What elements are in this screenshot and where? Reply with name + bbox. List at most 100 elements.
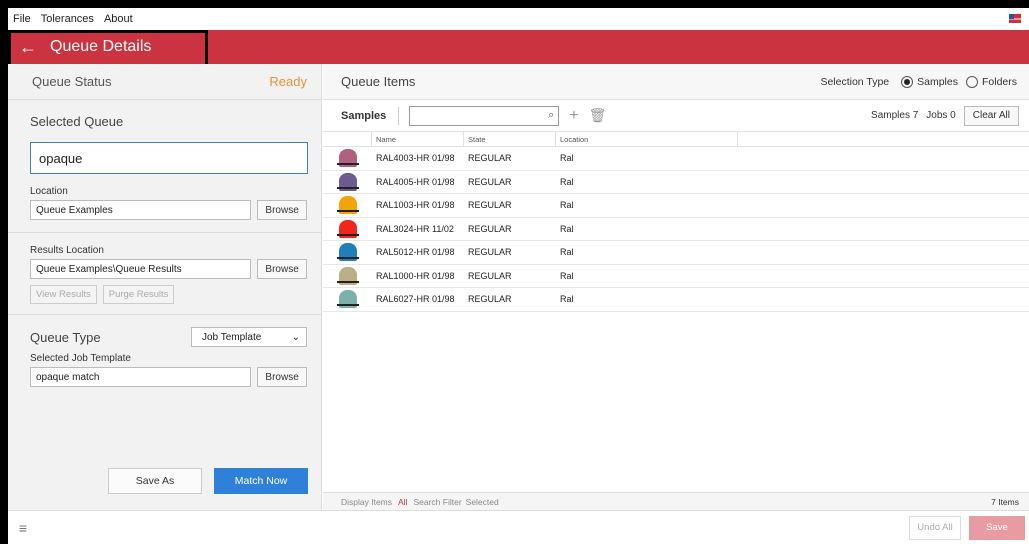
color-swatch-icon bbox=[336, 149, 359, 168]
table-row[interactable]: RAL6027-HR 01/98 REGULAR Ral bbox=[323, 288, 1029, 312]
sample-name: RAL1003-HR 01/98 bbox=[376, 200, 455, 211]
sample-swatch-cell bbox=[323, 219, 372, 238]
color-swatch-icon bbox=[336, 266, 359, 285]
app-bar: ≡ Undo All Save bbox=[8, 510, 1029, 544]
table-row[interactable]: RAL4005-HR 01/98 REGULAR Ral bbox=[323, 171, 1029, 194]
table-row[interactable]: RAL4003-HR 01/98 REGULAR Ral bbox=[323, 147, 1029, 171]
sample-state: REGULAR bbox=[468, 153, 512, 164]
sample-state: REGULAR bbox=[468, 270, 512, 281]
page-title: Queue Details bbox=[50, 38, 152, 55]
location-browse-button[interactable]: Browse bbox=[257, 200, 307, 220]
header-bar: ← Queue Details bbox=[8, 30, 1029, 64]
queue-settings-panel: Queue Status Ready Selected Queue opaque… bbox=[8, 64, 322, 510]
display-items-label: Display Items bbox=[341, 496, 393, 507]
sample-swatch-cell bbox=[323, 172, 372, 191]
sample-state: REGULAR bbox=[468, 294, 512, 305]
menu-file[interactable]: File bbox=[8, 13, 36, 25]
location-label: Location bbox=[30, 186, 68, 197]
sample-name: RAL4005-HR 01/98 bbox=[376, 176, 455, 187]
color-swatch-icon bbox=[336, 243, 359, 262]
queue-type-section: Queue Type Job Template ⌄ Selected Job T… bbox=[8, 315, 321, 387]
col-state[interactable]: State bbox=[464, 131, 556, 147]
selected-queue-section: Selected Queue opaque Location Queue Exa… bbox=[8, 100, 321, 233]
table-row[interactable]: RAL1003-HR 01/98 REGULAR Ral bbox=[323, 194, 1029, 218]
samples-toolbar: Samples ⌕ + 🗑 Samples 7 Jobs 0 Clear All bbox=[323, 100, 1029, 132]
filter-all[interactable]: All bbox=[398, 497, 407, 507]
sample-swatch-cell bbox=[323, 243, 372, 262]
menu-icon[interactable]: ≡ bbox=[8, 520, 38, 536]
menu-bar: File Tolerances About bbox=[8, 8, 1029, 30]
sample-name: RAL3024-HR 11/02 bbox=[376, 223, 454, 234]
selection-type: Selection Type Samples Folders bbox=[820, 75, 1017, 88]
filter-selected[interactable]: Selected bbox=[466, 497, 499, 507]
queue-type-label: Queue Type bbox=[30, 329, 101, 345]
arrow-left-icon[interactable]: ← bbox=[8, 37, 48, 58]
add-icon[interactable]: + bbox=[569, 107, 578, 125]
location-input[interactable]: Queue Examples bbox=[30, 200, 252, 220]
window-frame-top bbox=[0, 0, 1029, 8]
sample-name: RAL6027-HR 01/98 bbox=[376, 294, 455, 305]
selected-job-template-label: Selected Job Template bbox=[30, 353, 131, 364]
queue-type-select[interactable]: Job Template ⌄ bbox=[191, 327, 307, 347]
color-swatch-icon bbox=[336, 219, 359, 238]
sample-name: RAL1000-HR 01/98 bbox=[376, 270, 455, 281]
queue-items-title: Queue Items bbox=[341, 74, 416, 89]
sample-name: RAL5012-HR 01/98 bbox=[376, 247, 455, 258]
samples-radio-label[interactable]: Samples bbox=[917, 76, 958, 88]
window-frame-left bbox=[0, 0, 8, 544]
queue-type-value: Job Template bbox=[202, 331, 262, 343]
queue-items-panel: Queue Items Selection Type Samples Folde… bbox=[323, 64, 1029, 510]
col-icon bbox=[323, 131, 372, 147]
sample-swatch-cell bbox=[323, 290, 372, 309]
color-swatch-icon bbox=[336, 290, 359, 309]
table-header: Name State Location bbox=[323, 131, 1029, 147]
save-button[interactable]: Save bbox=[969, 515, 1025, 540]
match-now-button[interactable]: Match Now bbox=[214, 468, 308, 494]
undo-all-button[interactable]: Undo All bbox=[909, 515, 961, 540]
sample-location: Ral bbox=[560, 176, 574, 187]
col-name[interactable]: Name bbox=[372, 131, 464, 147]
view-results-button[interactable]: View Results bbox=[30, 285, 97, 304]
display-items-bar: Display Items All Search Filter Selected… bbox=[323, 492, 1029, 510]
queue-status-label: Queue Status bbox=[32, 74, 112, 89]
clear-all-button[interactable]: Clear All bbox=[963, 105, 1019, 126]
purge-results-button[interactable]: Purge Results bbox=[102, 285, 175, 304]
selected-queue-input[interactable]: opaque bbox=[30, 142, 308, 174]
col-location[interactable]: Location bbox=[556, 131, 738, 147]
search-icon[interactable]: ⌕ bbox=[548, 109, 554, 122]
search-input[interactable]: ⌕ bbox=[409, 105, 560, 126]
samples-label: Samples bbox=[341, 106, 400, 125]
trash-icon[interactable]: 🗑 bbox=[589, 107, 607, 124]
items-count: 7 Items bbox=[991, 496, 1019, 507]
table-row[interactable]: RAL1000-HR 01/98 REGULAR Ral bbox=[323, 265, 1029, 288]
selected-queue-title: Selected Queue bbox=[30, 114, 124, 129]
folders-radio-label[interactable]: Folders bbox=[982, 76, 1017, 88]
sample-location: Ral bbox=[560, 294, 574, 305]
sample-swatch-cell bbox=[323, 149, 372, 168]
filter-search[interactable]: Search Filter bbox=[413, 497, 461, 507]
folders-radio[interactable] bbox=[965, 75, 978, 88]
job-template-input[interactable]: opaque match bbox=[30, 367, 252, 387]
jobs-count: Jobs 0 bbox=[926, 110, 956, 121]
sample-state: REGULAR bbox=[468, 176, 512, 187]
sample-state: REGULAR bbox=[468, 223, 512, 234]
sample-name: RAL4003-HR 01/98 bbox=[376, 153, 455, 164]
sample-swatch-cell bbox=[323, 196, 372, 215]
samples-radio[interactable] bbox=[901, 75, 914, 88]
selection-type-label: Selection Type bbox=[820, 75, 890, 88]
results-browse-button[interactable]: Browse bbox=[257, 259, 307, 279]
table-row[interactable]: RAL3024-HR 11/02 REGULAR Ral bbox=[323, 218, 1029, 241]
results-location-label: Results Location bbox=[30, 245, 104, 256]
sample-state: REGULAR bbox=[468, 247, 512, 258]
sample-location: Ral bbox=[560, 200, 574, 211]
sample-state: REGULAR bbox=[468, 200, 512, 211]
sample-location: Ral bbox=[560, 270, 574, 281]
menu-about[interactable]: About bbox=[99, 13, 138, 25]
us-flag-icon[interactable] bbox=[1009, 14, 1021, 23]
save-as-button[interactable]: Save As bbox=[108, 468, 202, 494]
color-swatch-icon bbox=[336, 196, 359, 215]
menu-tolerances[interactable]: Tolerances bbox=[36, 13, 99, 25]
job-template-browse-button[interactable]: Browse bbox=[257, 367, 307, 387]
results-location-input[interactable]: Queue Examples\Queue Results bbox=[30, 259, 252, 279]
table-row[interactable]: RAL5012-HR 01/98 REGULAR Ral bbox=[323, 241, 1029, 265]
